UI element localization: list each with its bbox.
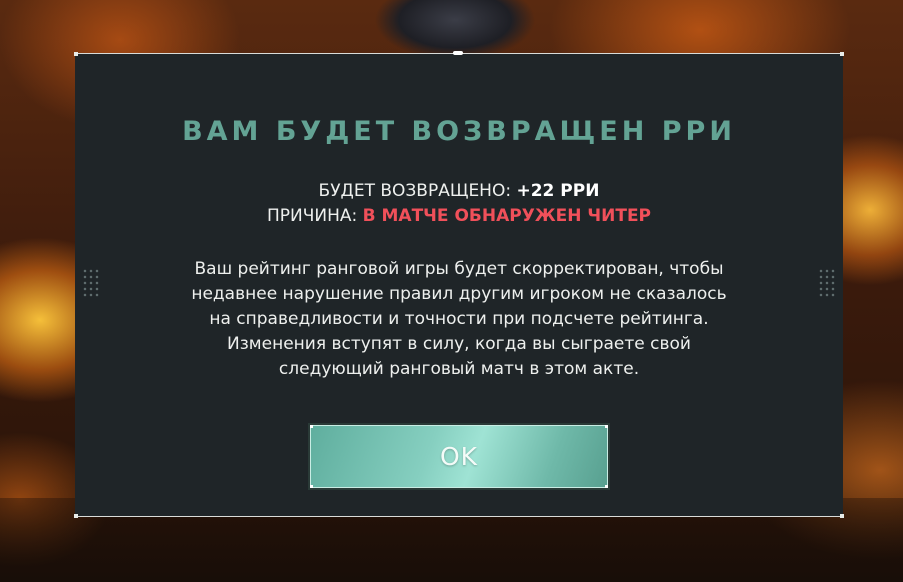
ok-button-label: OK bbox=[439, 442, 479, 471]
message-line: Изменения вступят в силу, когда вы сыгра… bbox=[227, 334, 691, 354]
message-line: недавнее нарушение правил другим игроком… bbox=[191, 284, 727, 304]
dialog-corner-top-left bbox=[74, 52, 78, 56]
refund-label: БУДЕТ ВОЗВРАЩЕНО: bbox=[318, 181, 517, 201]
refund-line: БУДЕТ ВОЗВРАЩЕНО: +22 РРИ bbox=[75, 181, 843, 201]
dialog-message: Ваш рейтинг ранговой игры будет скоррект… bbox=[135, 257, 783, 382]
message-line: на справедливости и точности при подсчет… bbox=[209, 309, 709, 329]
dialog-title: ВАМ БУДЕТ ВОЗВРАЩЕН РРИ bbox=[182, 116, 736, 147]
message-line: Ваш рейтинг ранговой игры будет скоррект… bbox=[194, 259, 724, 279]
button-corner bbox=[310, 425, 313, 428]
refund-value: +22 РРИ bbox=[516, 181, 600, 201]
button-corner bbox=[605, 425, 608, 428]
rr-refund-dialog: ВАМ БУДЕТ ВОЗВРАЩЕН РРИ БУДЕТ ВОЗВРАЩЕНО… bbox=[74, 51, 844, 518]
right-dot-ornament bbox=[818, 268, 836, 298]
left-dot-ornament bbox=[82, 268, 100, 298]
reason-line: ПРИЧИНА: В МАТЧЕ ОБНАРУЖЕН ЧИТЕР bbox=[75, 206, 843, 226]
dialog-corner-bottom-right bbox=[840, 514, 844, 518]
ok-button[interactable]: OK bbox=[310, 425, 608, 488]
message-line: следующий ранговый матч в этом акте. bbox=[278, 359, 640, 379]
dialog-corner-top-right bbox=[840, 52, 844, 56]
reason-value: В МАТЧЕ ОБНАРУЖЕН ЧИТЕР bbox=[362, 206, 652, 226]
button-corner bbox=[310, 485, 313, 488]
dialog-top-notch bbox=[453, 51, 463, 55]
button-corner bbox=[605, 485, 608, 488]
reason-label: ПРИЧИНА: bbox=[266, 206, 363, 226]
dialog-corner-bottom-left bbox=[74, 514, 78, 518]
